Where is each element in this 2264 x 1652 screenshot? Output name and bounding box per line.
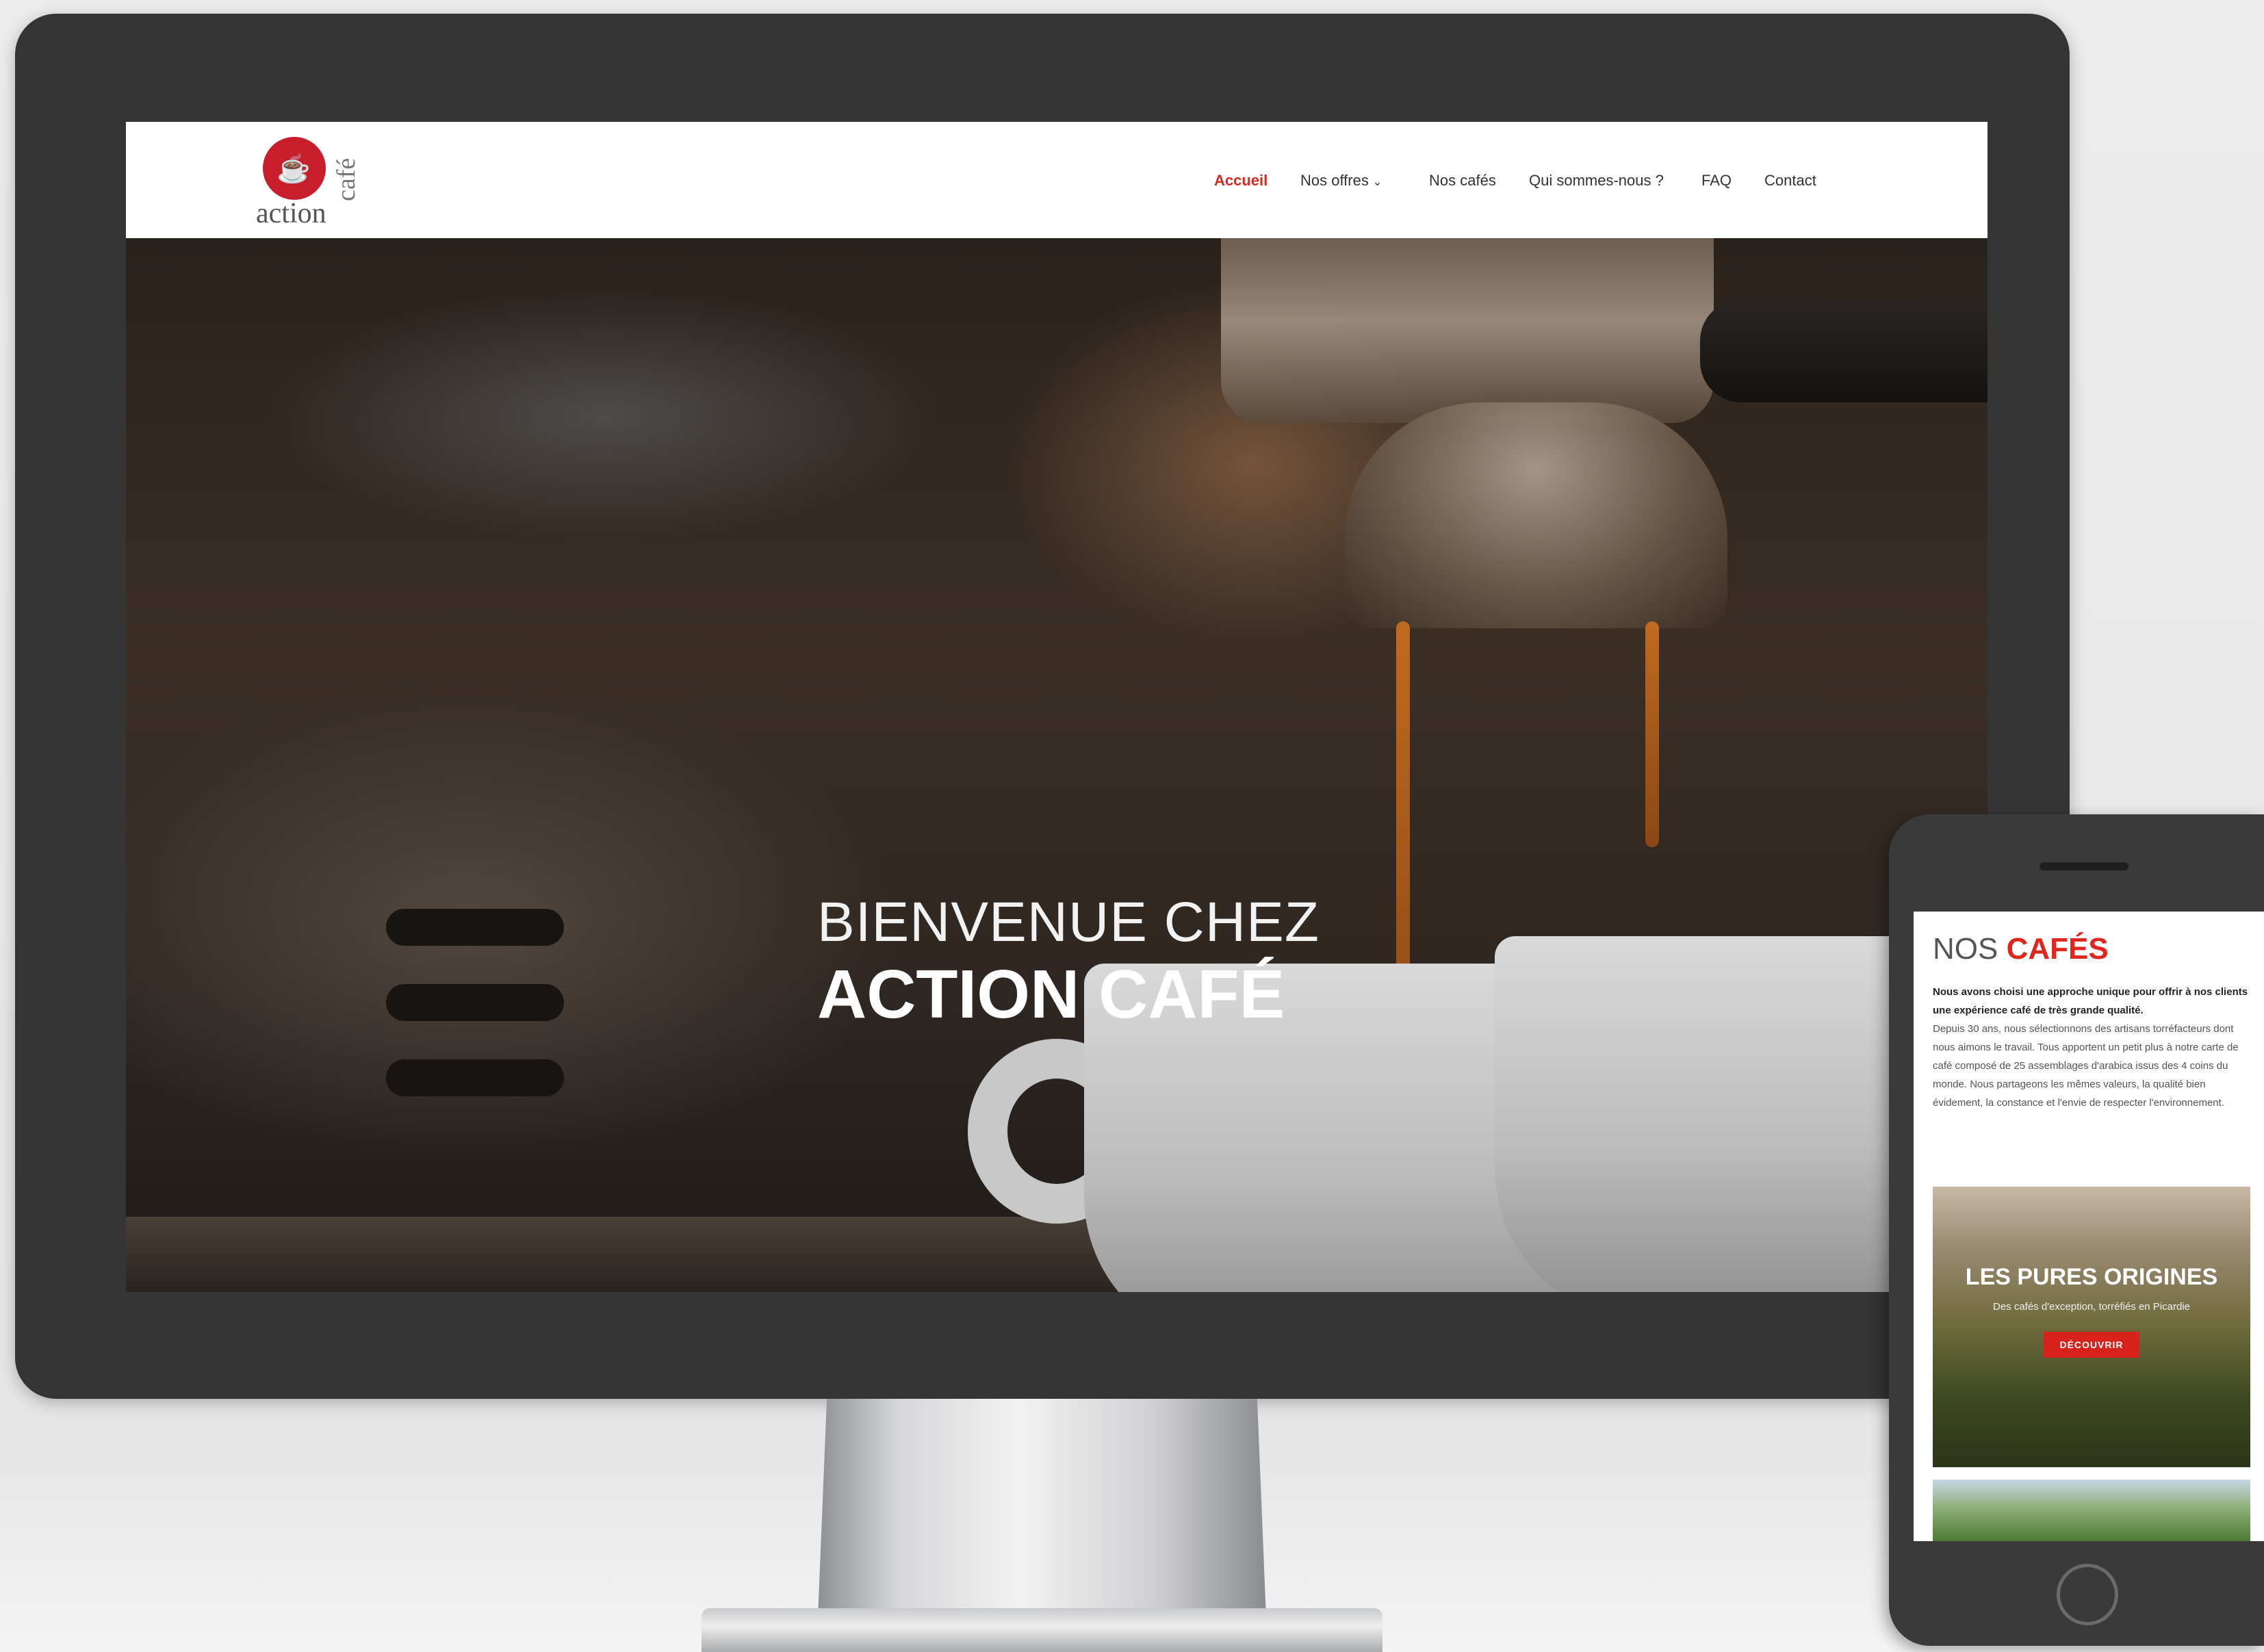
mobile-title-part2: CAFÉS xyxy=(2006,932,2109,966)
nav-item-qui-sommes-nous[interactable]: Qui sommes-nous ? xyxy=(1529,168,1664,193)
hero-portafilter-handle xyxy=(1700,300,1988,402)
nav-item-nos-offres[interactable]: Nos offres ⌄ xyxy=(1300,168,1382,195)
mobile-card-title: LES PURES ORIGINES xyxy=(1965,1264,2218,1290)
mobile-card-pures-origines: LES PURES ORIGINES Des cafés d'exception… xyxy=(1933,1187,2250,1467)
logo[interactable]: ☕ café action xyxy=(256,133,365,229)
mobile-lead-text: Nous avons choisi une approche unique po… xyxy=(1933,986,2248,1016)
hero-vent xyxy=(386,984,564,1021)
mobile-title-part1: NOS xyxy=(1933,932,2007,966)
phone-home-button[interactable] xyxy=(2057,1564,2118,1625)
desktop-screen: ☕ café action Accueil Nos offres ⌄ Nos ca… xyxy=(126,122,1988,1292)
hero-coffee-stream xyxy=(1645,621,1659,847)
hero-portafilter xyxy=(1344,402,1727,628)
hero-vent xyxy=(386,909,564,946)
decouvrir-button[interactable]: DÉCOUVRIR xyxy=(2044,1332,2139,1358)
coffee-cup-icon: ☕ xyxy=(276,154,311,184)
monitor-stand-base xyxy=(702,1608,1382,1652)
phone-device: NOS CAFÉS Nous avons choisi une approche… xyxy=(1889,814,2264,1646)
nav-item-accueil[interactable]: Accueil xyxy=(1214,168,1268,193)
monitor-bezel: ☕ café action Accueil Nos offres ⌄ Nos ca… xyxy=(15,14,2070,1399)
site-header: ☕ café action Accueil Nos offres ⌄ Nos ca… xyxy=(126,122,1988,238)
mobile-card-landscape xyxy=(1933,1480,2250,1541)
phone-speaker xyxy=(2040,862,2128,870)
hero-vent xyxy=(386,1059,564,1096)
hero-title-line2: ACTION CAFÉ xyxy=(817,956,1285,1033)
hero-title: BIENVENUE CHEZ ACTION CAFÉ xyxy=(817,888,1324,1032)
hero-banner: BIENVENUE CHEZ ACTION CAFÉ xyxy=(126,238,1988,1292)
logo-text-action: action xyxy=(256,198,326,229)
chevron-down-icon: ⌄ xyxy=(1372,177,1382,188)
hero-title-line1: BIENVENUE CHEZ xyxy=(817,891,1320,953)
nav-item-contact[interactable]: Contact xyxy=(1764,168,1816,193)
monitor-stand-neck xyxy=(818,1399,1266,1618)
mobile-body-text: Depuis 30 ans, nous sélectionnons des ar… xyxy=(1933,1023,2239,1109)
nav-item-nos-cafes[interactable]: Nos cafés xyxy=(1429,168,1496,193)
nav-item-faq[interactable]: FAQ xyxy=(1701,168,1732,193)
logo-text-cafe: café xyxy=(332,157,361,201)
phone-screen: NOS CAFÉS Nous avons choisi une approche… xyxy=(1914,912,2264,1541)
mobile-section-title: NOS CAFÉS xyxy=(1933,931,2109,968)
hero-machine-group xyxy=(1221,238,1714,423)
mobile-card-subtitle: Des cafés d'exception, torréfiés en Pica… xyxy=(1992,1301,2190,1313)
nav-item-nos-offres-label: Nos offres xyxy=(1300,172,1369,189)
